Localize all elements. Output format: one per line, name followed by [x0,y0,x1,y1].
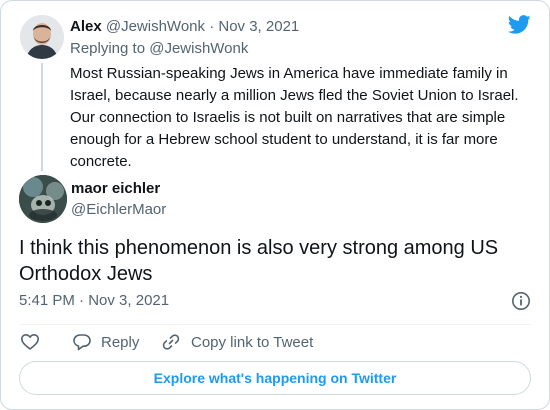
replying-to-handle[interactable]: @JewishWonk [149,40,248,57]
twitter-bird-icon[interactable] [508,15,531,34]
parent-tweet-text: Most Russian-speaking Jews in America ha… [70,65,519,170]
like-button[interactable] [20,331,40,353]
parent-separator: · [209,18,215,35]
parent-author-name[interactable]: Alex [70,18,102,35]
copy-link-button[interactable]: Copy link to Tweet [161,331,313,353]
replying-to-label: Replying to [70,40,146,57]
tweet-date[interactable]: Nov 3, 2021 [88,292,169,309]
embedded-tweet-card: Alex @JewishWonk · Nov 3, 2021 Replying … [0,0,550,410]
info-icon[interactable] [511,291,531,311]
explore-twitter-button[interactable]: Explore what's happening on Twitter [19,361,531,395]
parent-tweet-header: Alex @JewishWonk · Nov 3, 2021 [70,17,299,37]
reply-label: Reply [101,333,140,351]
main-tweet-timestamp[interactable]: 5:41 PM · Nov 3, 2021 [19,291,169,311]
link-icon [162,334,180,350]
main-author-handle[interactable]: @EichlerMaor [71,200,166,220]
reply-bubble-icon [73,334,91,351]
thread-connector-line [41,63,43,171]
replying-to: Replying to @JewishWonk [70,39,248,59]
tweet-time[interactable]: 5:41 PM [19,292,75,309]
heart-icon [21,334,39,350]
main-author-name[interactable]: maor eichler [71,179,160,199]
timestamp-separator: · [79,292,85,309]
reply-button[interactable]: Reply [72,331,139,353]
parent-avatar[interactable] [20,15,64,59]
parent-tweet-date[interactable]: Nov 3, 2021 [218,18,299,35]
main-avatar[interactable] [19,175,67,223]
copy-link-label: Copy link to Tweet [191,333,314,351]
divider [19,324,531,325]
parent-author-handle[interactable]: @JewishWonk [106,18,205,35]
main-tweet-text: I think this phenomenon is also very str… [19,237,499,285]
